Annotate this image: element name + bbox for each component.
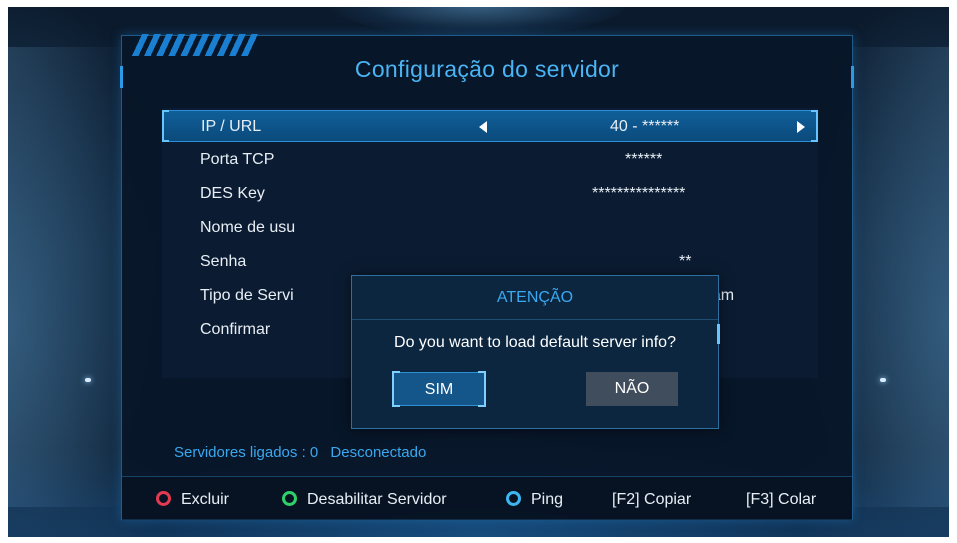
f3-key-label: [F3] xyxy=(746,491,774,508)
disable-server-label: Desabilitar Servidor xyxy=(307,491,447,508)
setting-row-username[interactable]: Nome de usu xyxy=(162,212,818,246)
no-button[interactable]: NÃO xyxy=(586,372,678,406)
background-light-right xyxy=(880,378,886,382)
setting-row-tcp-port[interactable]: Porta TCP ****** xyxy=(162,144,818,178)
copy-action[interactable]: [F2] Copiar xyxy=(612,491,691,509)
background-light-left xyxy=(85,378,91,382)
background-glow-ring xyxy=(328,7,628,37)
arrow-right-icon[interactable] xyxy=(797,121,805,133)
tv-screen: Configuração do servidor IP / URL 40 - *… xyxy=(8,7,949,537)
delete-label: Excluir xyxy=(181,491,230,508)
setting-value: ****** xyxy=(625,151,663,168)
connected-servers-count: Servidores ligados : 0 xyxy=(174,444,319,461)
ping-action[interactable]: Ping xyxy=(506,491,563,509)
setting-value: 40 - ****** xyxy=(610,118,680,135)
yes-button[interactable]: SIM xyxy=(392,371,486,407)
setting-label: Nome de usu xyxy=(200,219,296,236)
green-button-icon xyxy=(282,491,297,506)
paste-label: Colar xyxy=(778,491,817,508)
setting-value: ** xyxy=(679,253,692,270)
page-title: Configuração do servidor xyxy=(354,56,620,82)
f2-key-label: [F2] xyxy=(612,491,640,508)
connection-state: Desconectado xyxy=(330,444,427,461)
server-config-panel: Configuração do servidor IP / URL 40 - *… xyxy=(120,34,854,520)
delete-action[interactable]: Excluir xyxy=(156,491,229,509)
setting-label: Confirmar xyxy=(200,321,271,338)
setting-label: Tipo de Servi xyxy=(200,287,294,304)
red-button-icon xyxy=(156,491,171,506)
setting-label: Porta TCP xyxy=(200,151,275,168)
setting-row-des-key[interactable]: DES Key *************** xyxy=(162,178,818,212)
setting-label: DES Key xyxy=(200,185,265,202)
background-pillar-left xyxy=(8,47,128,507)
setting-label: Senha xyxy=(200,253,247,270)
confirm-dialog: ATENÇÃO Do you want to load default serv… xyxy=(351,275,720,429)
settings-list: IP / URL 40 - ****** Porta TCP ****** DE… xyxy=(162,108,818,429)
ping-label: Ping xyxy=(531,491,564,508)
server-status: Servidores ligados : 0 Desconectado xyxy=(174,444,434,461)
dialog-message: Do you want to load default server info? xyxy=(394,334,676,351)
setting-label: IP / URL xyxy=(201,118,262,135)
footer-key-legend: Excluir Desabilitar Servidor Ping [F2] C… xyxy=(122,476,852,520)
paste-action[interactable]: [F3] Colar xyxy=(746,491,816,509)
disable-server-action[interactable]: Desabilitar Servidor xyxy=(282,491,447,509)
dialog-title: ATENÇÃO xyxy=(352,276,718,320)
blue-button-icon xyxy=(506,491,521,506)
copy-label: Copiar xyxy=(644,491,692,508)
setting-row-ip-url[interactable]: IP / URL 40 - ****** xyxy=(162,110,818,142)
header-stripes-decoration xyxy=(130,34,260,56)
arrow-left-icon[interactable] xyxy=(479,121,487,133)
setting-value: *************** xyxy=(592,185,686,202)
